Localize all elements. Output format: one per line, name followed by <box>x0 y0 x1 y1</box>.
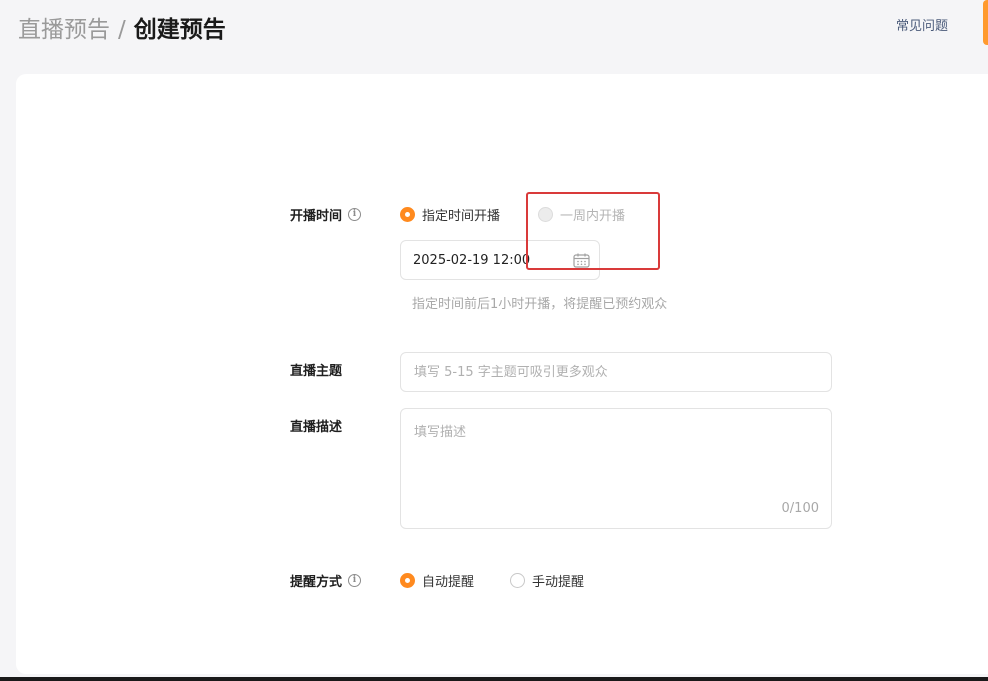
radio-auto-remind[interactable]: 自动提醒 <box>400 571 474 590</box>
radio-checked-icon <box>400 573 415 588</box>
page-title: 创建预告 <box>133 17 226 43</box>
radio-scheduled-time[interactable]: 指定时间开播 <box>400 205 500 224</box>
description-field: 0/100 <box>400 408 832 529</box>
radio-auto-remind-label: 自动提醒 <box>422 575 475 590</box>
reminder-label: 提醒方式 i <box>290 571 362 590</box>
radio-unchecked-icon <box>510 573 525 588</box>
topic-label: 直播主题 <box>290 364 343 379</box>
reminder-label-text: 提醒方式 <box>290 575 343 590</box>
info-icon[interactable]: i <box>348 574 362 587</box>
breadcrumb-separator: / <box>118 17 126 43</box>
start-time-label: 开播时间 i <box>290 205 362 224</box>
description-label: 直播描述 <box>290 420 343 435</box>
radio-within-week-label: 一周内开播 <box>560 209 626 224</box>
start-time-label-text: 开播时间 <box>290 209 343 224</box>
radio-checked-icon <box>400 207 415 222</box>
bottom-edge-bar <box>0 677 988 681</box>
radio-manual-remind[interactable]: 手动提醒 <box>510 571 584 590</box>
description-textarea[interactable] <box>401 409 831 528</box>
breadcrumb: 直播预告 / 创建预告 <box>18 10 226 44</box>
calendar-icon[interactable] <box>573 253 590 268</box>
radio-manual-remind-label: 手动提醒 <box>532 575 585 590</box>
radio-disabled-icon <box>538 207 553 222</box>
topic-input[interactable] <box>400 352 832 392</box>
faq-link[interactable]: 常见问题 <box>896 15 948 34</box>
radio-scheduled-time-label: 指定时间开播 <box>422 209 501 224</box>
char-count: 0/100 <box>781 501 819 516</box>
start-time-hint: 指定时间前后1小时开播，将提醒已预约观众 <box>412 297 668 312</box>
breadcrumb-parent[interactable]: 直播预告 <box>18 10 110 44</box>
date-time-value: 2025-02-19 12:00 <box>413 252 531 268</box>
form-card: 开播时间 i 指定时间开播 一周内开播 2025-02-19 12:00 指定时… <box>16 74 988 674</box>
date-time-picker[interactable]: 2025-02-19 12:00 <box>400 240 600 280</box>
radio-within-week[interactable]: 一周内开播 <box>538 205 625 224</box>
create-preview-page: 直播预告 / 创建预告 常见问题 开播时间 i 指定时间开播 一周内开播 202… <box>0 0 988 681</box>
corner-accent-button[interactable] <box>983 0 988 45</box>
info-icon[interactable]: i <box>348 208 362 221</box>
